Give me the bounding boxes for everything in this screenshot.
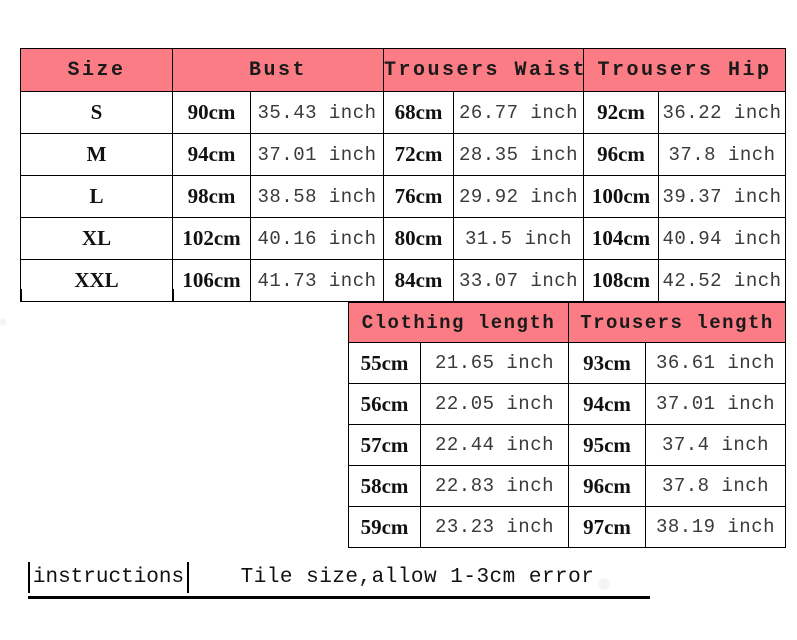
cell-trousers-length-inch: 37.01 inch: [645, 383, 786, 425]
cell-hip-cm: 108cm: [583, 259, 660, 302]
cell-bust-inch: 40.16 inch: [249, 217, 385, 260]
cell-waist-inch: 26.77 inch: [453, 91, 585, 134]
cell-trousers-length-cm: 93cm: [568, 342, 646, 384]
table-row: 58cm 22.83 inch 96cm 37.8 inch: [348, 465, 786, 507]
cell-waist-cm: 68cm: [383, 91, 455, 134]
scan-smudge: [598, 578, 610, 590]
cell-clothing-length-cm: 58cm: [348, 465, 421, 507]
table-border-stub: [20, 289, 22, 302]
length-chart-table: Clothing length Trousers length 55cm 21.…: [348, 302, 786, 548]
table-border-stub: [172, 289, 174, 302]
table-row: L 98cm 38.58 inch 76cm 29.92 inch 100cm …: [20, 175, 787, 218]
cell-clothing-length-inch: 21.65 inch: [420, 342, 569, 384]
cell-bust-inch: 37.01 inch: [249, 133, 385, 176]
cell-bust-inch: 38.58 inch: [249, 175, 385, 218]
cell-clothing-length-inch: 23.23 inch: [420, 506, 569, 548]
cell-clothing-length-cm: 55cm: [348, 342, 421, 384]
length-table-header-row: Clothing length Trousers length: [348, 302, 786, 343]
table-row: XL 102cm 40.16 inch 80cm 31.5 inch 104cm…: [20, 217, 787, 260]
cell-trousers-length-inch: 36.61 inch: [645, 342, 786, 384]
cell-size: S: [20, 91, 173, 134]
table-row: S 90cm 35.43 inch 68cm 26.77 inch 92cm 3…: [20, 91, 787, 134]
cell-hip-cm: 92cm: [583, 91, 660, 134]
cell-bust-cm: 106cm: [172, 259, 251, 302]
cell-waist-inch: 33.07 inch: [453, 259, 585, 302]
cell-clothing-length-inch: 22.05 inch: [420, 383, 569, 425]
cell-bust-cm: 90cm: [172, 91, 251, 134]
cell-trousers-length-inch: 38.19 inch: [645, 506, 786, 548]
cell-waist-cm: 76cm: [383, 175, 455, 218]
cell-clothing-length-inch: 22.83 inch: [420, 465, 569, 507]
cell-trousers-length-cm: 95cm: [568, 424, 646, 466]
cell-size: XL: [20, 217, 173, 260]
cell-bust-inch: 35.43 inch: [249, 91, 385, 134]
column-header-trousers-length: Trousers length: [568, 302, 786, 343]
cell-bust-cm: 98cm: [172, 175, 251, 218]
table-row: 56cm 22.05 inch 94cm 37.01 inch: [348, 383, 786, 425]
instructions-row: instructions Tile size,allow 1-3cm error: [28, 562, 650, 599]
size-table-header-row: Size Bust Trousers Waist Trousers Hip: [20, 48, 787, 92]
cell-hip-inch: 36.22 inch: [658, 91, 787, 134]
cell-bust-inch: 41.73 inch: [249, 259, 385, 302]
cell-hip-cm: 100cm: [583, 175, 660, 218]
table-row: XXL 106cm 41.73 inch 84cm 33.07 inch 108…: [20, 259, 787, 302]
cell-bust-cm: 102cm: [172, 217, 251, 260]
cell-waist-cm: 84cm: [383, 259, 455, 302]
cell-waist-inch: 31.5 inch: [453, 217, 585, 260]
cell-size: XXL: [20, 259, 173, 302]
cell-trousers-length-inch: 37.4 inch: [645, 424, 786, 466]
table-row: 59cm 23.23 inch 97cm 38.19 inch: [348, 506, 786, 548]
column-header-bust: Bust: [171, 48, 385, 92]
column-header-size: Size: [20, 48, 173, 92]
cell-hip-cm: 96cm: [583, 133, 660, 176]
cell-clothing-length-cm: 56cm: [348, 383, 421, 425]
cell-bust-cm: 94cm: [172, 133, 251, 176]
cell-clothing-length-cm: 59cm: [348, 506, 421, 548]
cell-size: L: [20, 175, 173, 218]
cell-clothing-length-inch: 22.44 inch: [420, 424, 569, 466]
table-row: M 94cm 37.01 inch 72cm 28.35 inch 96cm 3…: [20, 133, 787, 176]
cell-hip-inch: 39.37 inch: [658, 175, 787, 218]
size-chart-table: Size Bust Trousers Waist Trousers Hip S …: [20, 48, 787, 302]
cell-waist-inch: 28.35 inch: [453, 133, 585, 176]
scan-smudge: [0, 318, 6, 326]
cell-waist-inch: 29.92 inch: [453, 175, 585, 218]
cell-trousers-length-cm: 96cm: [568, 465, 646, 507]
cell-hip-inch: 40.94 inch: [658, 217, 787, 260]
table-row: 57cm 22.44 inch 95cm 37.4 inch: [348, 424, 786, 466]
column-header-clothing-length: Clothing length: [348, 302, 569, 343]
cell-size: M: [20, 133, 173, 176]
table-row: 55cm 21.65 inch 93cm 36.61 inch: [348, 342, 786, 384]
cell-waist-cm: 80cm: [383, 217, 455, 260]
cell-hip-inch: 42.52 inch: [658, 259, 787, 302]
instructions-label: instructions: [28, 562, 189, 593]
cell-hip-cm: 104cm: [583, 217, 660, 260]
instructions-text: Tile size,allow 1-3cm error: [240, 566, 595, 589]
cell-trousers-length-cm: 97cm: [568, 506, 646, 548]
column-header-trousers-waist: Trousers Waist: [383, 48, 585, 92]
cell-waist-cm: 72cm: [383, 133, 455, 176]
cell-trousers-length-cm: 94cm: [568, 383, 646, 425]
cell-trousers-length-inch: 37.8 inch: [645, 465, 786, 507]
cell-clothing-length-cm: 57cm: [348, 424, 421, 466]
cell-hip-inch: 37.8 inch: [658, 133, 787, 176]
column-header-trousers-hip: Trousers Hip: [583, 48, 787, 92]
